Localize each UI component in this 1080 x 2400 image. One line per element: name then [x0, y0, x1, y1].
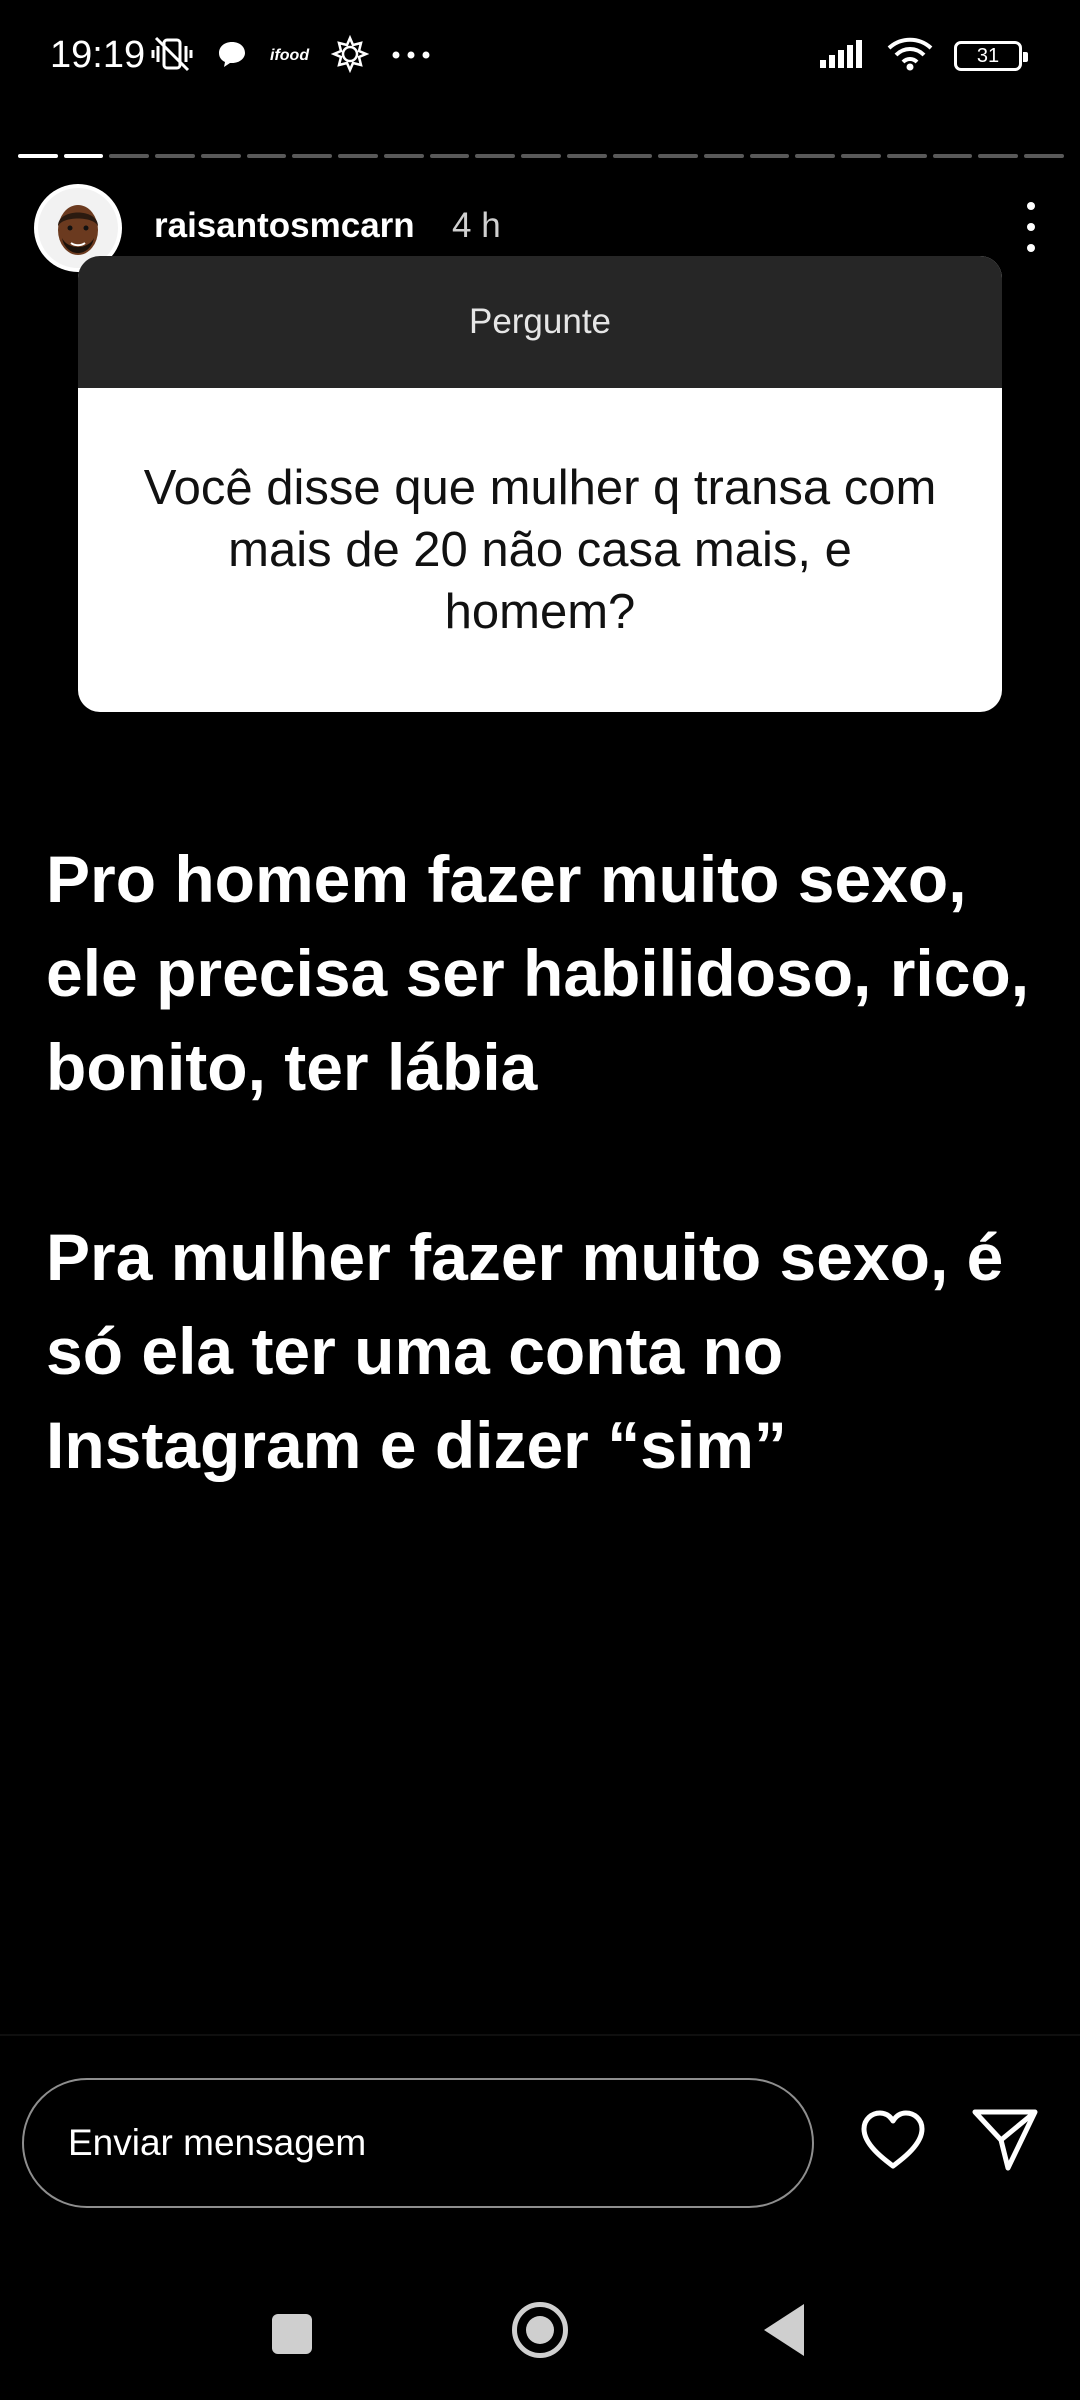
send-button[interactable]: [970, 2106, 1040, 2172]
dot-icon: [1027, 223, 1035, 231]
story-progress-segment: [841, 154, 881, 158]
story-progress-segment: [749, 154, 790, 158]
recent-apps-button[interactable]: [272, 2314, 312, 2354]
story-progress-segment: [429, 154, 470, 158]
story-time-ago: 4 h: [452, 206, 501, 245]
more-options-button[interactable]: [1016, 202, 1046, 252]
story-progress-segment: [566, 154, 607, 158]
paper-plane-icon: [972, 2109, 1038, 2171]
status-icons-left: ifood: [150, 34, 431, 78]
status-icons-right: 31: [818, 34, 1028, 78]
story-progress-segment: [383, 154, 424, 158]
story-progress-segment: [246, 154, 287, 158]
dot-icon: [1027, 202, 1035, 210]
reply-divider: [0, 2034, 1080, 2036]
system-nav-bar: [0, 2280, 1080, 2380]
battery-icon: 31: [954, 41, 1028, 71]
back-button[interactable]: [764, 2304, 804, 2356]
like-button[interactable]: [858, 2108, 928, 2172]
story-progress-segment: [18, 154, 58, 158]
story-progress-segment: [475, 154, 516, 158]
story-progress-segment: [63, 154, 104, 158]
heart-icon: [861, 2110, 925, 2169]
story-progress-segment: [109, 154, 150, 158]
more-notifications-icon: [391, 47, 431, 65]
story-progress-bar: [18, 154, 1064, 158]
wifi-icon: [886, 36, 934, 77]
story-progress-segment: [886, 154, 927, 158]
story-progress-segment: [658, 154, 699, 158]
status-bar: 19:19 ifood 31: [0, 0, 1080, 120]
battery-level: 31: [976, 44, 1000, 67]
story-progress-segment: [795, 154, 836, 158]
story-progress-segment: [521, 154, 561, 158]
home-button[interactable]: [512, 2302, 568, 2358]
gear-flower-icon: [330, 34, 370, 78]
story-username[interactable]: raisantosmcarn: [154, 206, 415, 246]
story-progress-segment: [978, 154, 1019, 158]
send-message-input[interactable]: Enviar mensagem: [22, 2078, 814, 2208]
answer-paragraph-2: Pra mulher fazer muito sexo, é só ela te…: [46, 1220, 1004, 1482]
question-sticker-text: Você disse que mulher q transa com mais …: [143, 461, 937, 639]
question-sticker-title: Pergunte: [78, 256, 1002, 388]
signal-icon: [818, 38, 866, 75]
story-progress-segment: [704, 154, 744, 158]
mute-vibrate-icon: [150, 34, 194, 79]
story-progress-segment: [155, 154, 195, 158]
answer-paragraph-1: Pro homem fazer muito sexo, ele precisa …: [46, 842, 1030, 1104]
ifood-icon: ifood: [270, 47, 310, 64]
story-progress-segment: [200, 154, 241, 158]
story-progress-segment: [1024, 154, 1064, 158]
story-progress-segment: [338, 154, 378, 158]
dot-icon: [1027, 244, 1035, 252]
send-message-placeholder: Enviar mensagem: [68, 2122, 367, 2163]
chat-bubble-icon: [216, 38, 248, 75]
status-time: 19:19: [50, 34, 146, 76]
story-progress-segment: [612, 154, 653, 158]
story-progress-segment: [292, 154, 333, 158]
question-sticker[interactable]: Pergunte Você disse que mulher q transa …: [78, 256, 1002, 712]
story-progress-segment: [932, 154, 973, 158]
